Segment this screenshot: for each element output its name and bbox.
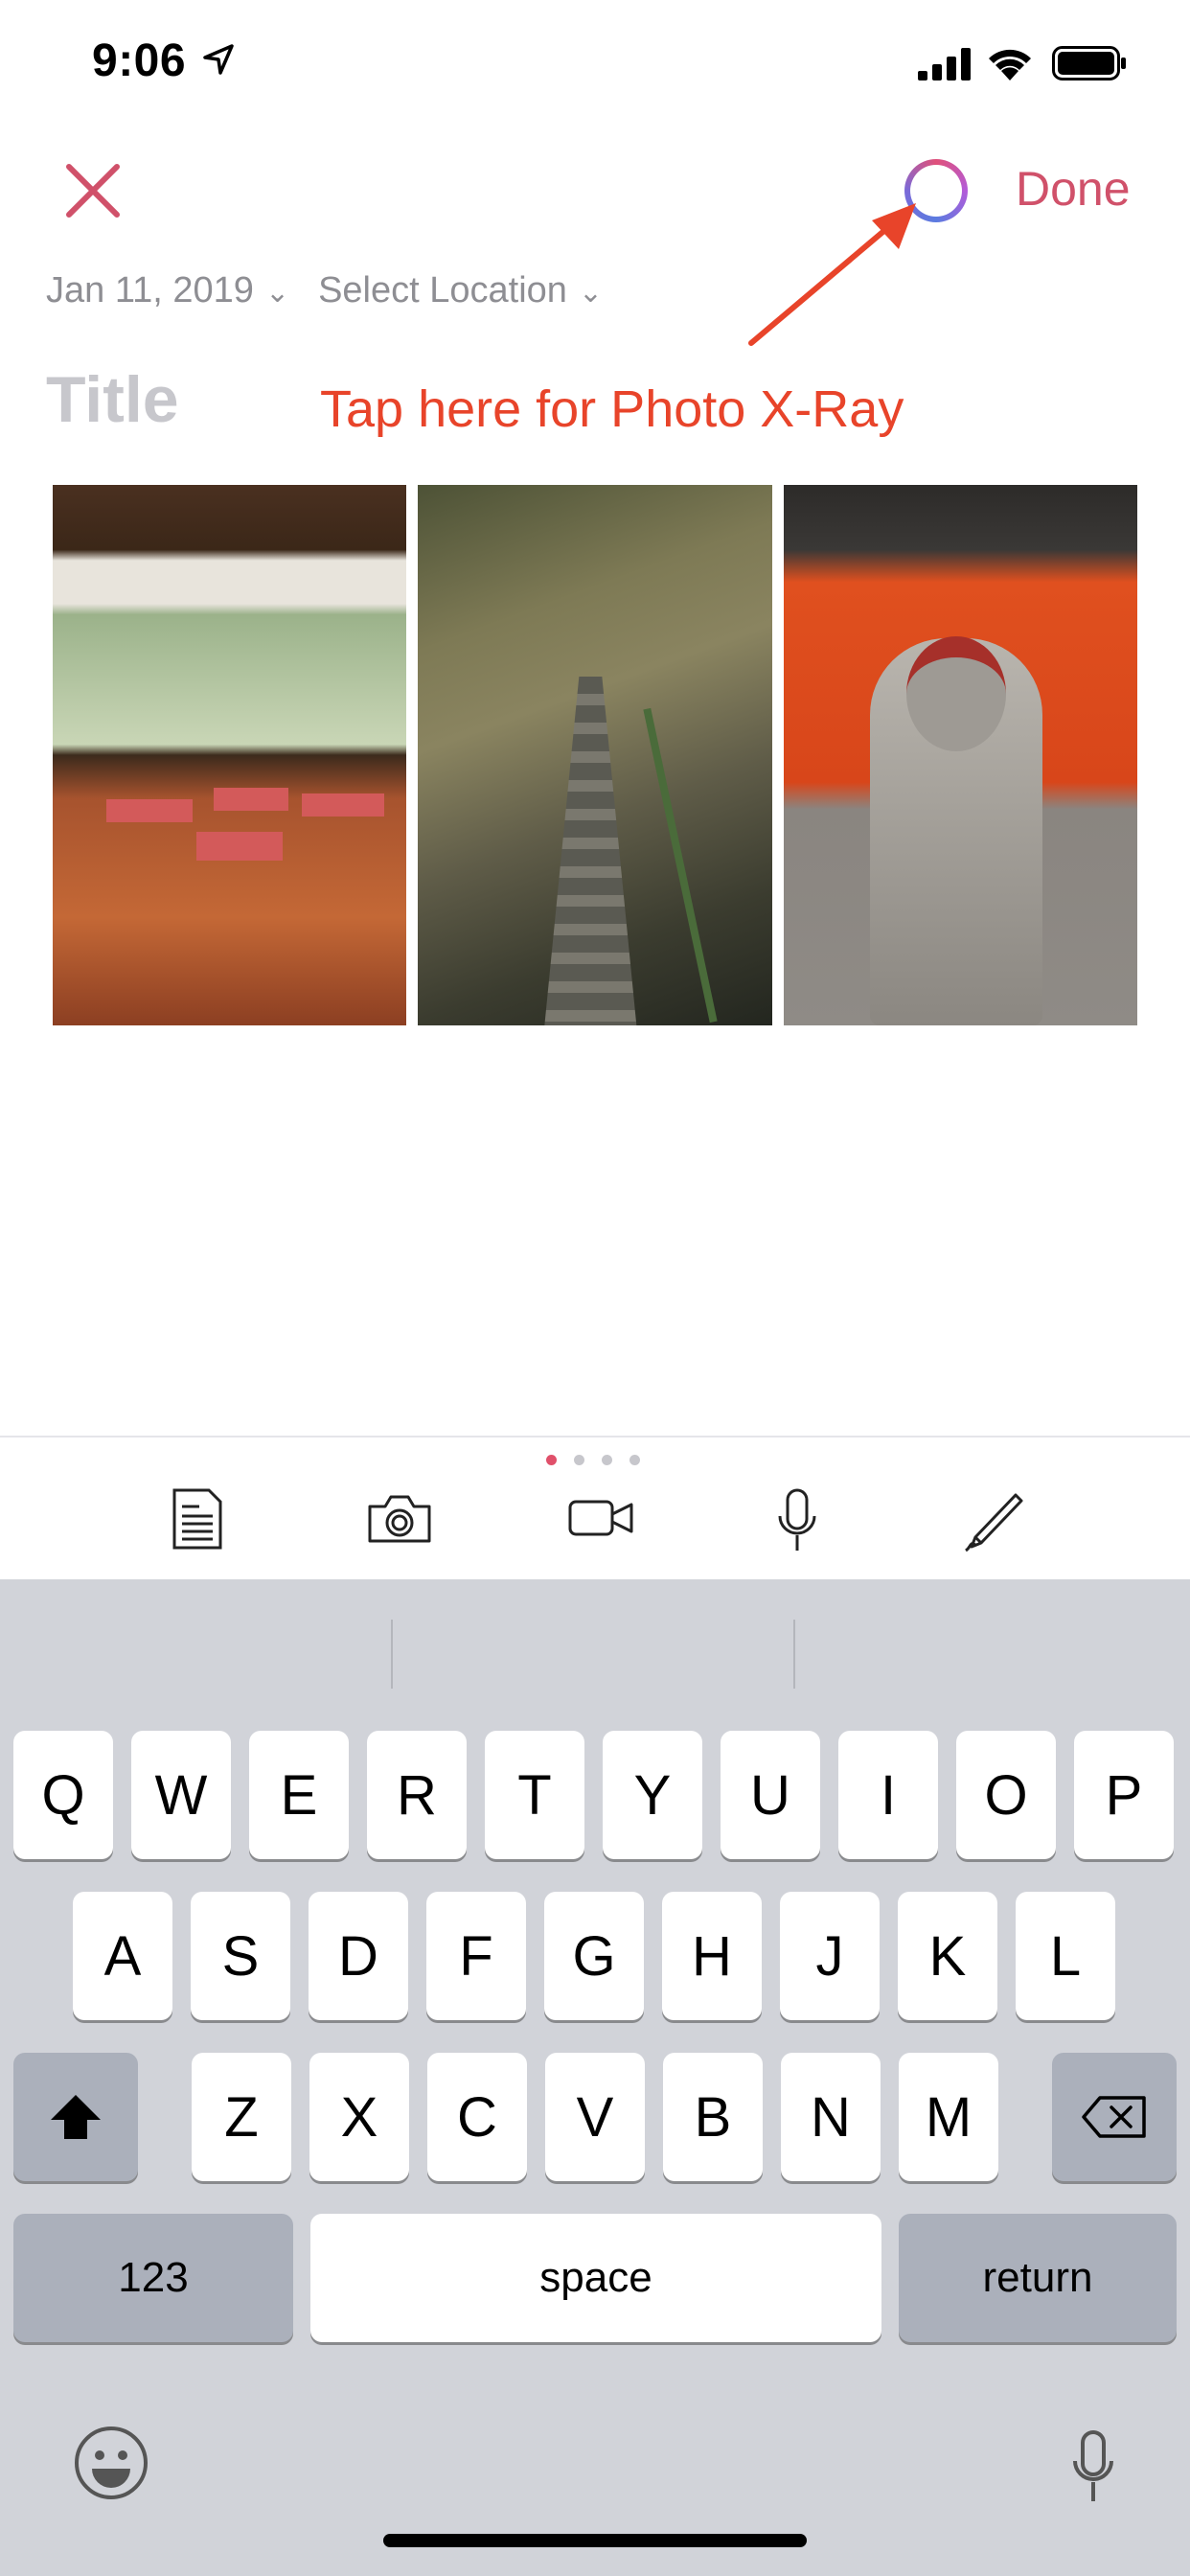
key-u[interactable]: U — [721, 1731, 820, 1859]
key-r[interactable]: R — [367, 1731, 467, 1859]
suggestion-bar — [0, 1579, 1190, 1723]
page-dot — [574, 1455, 584, 1465]
key-s[interactable]: S — [191, 1892, 290, 2020]
location-arrow-icon — [203, 44, 234, 75]
chevron-down-icon: ⌄ — [264, 277, 290, 309]
status-bar: 9:06 — [0, 0, 1190, 126]
photo-grid — [53, 485, 1137, 1025]
done-button[interactable]: Done — [1016, 161, 1131, 217]
dictation-icon[interactable] — [1071, 2428, 1115, 2505]
key-m[interactable]: M — [899, 2053, 998, 2181]
key-a[interactable]: A — [73, 1892, 172, 2020]
key-o[interactable]: O — [956, 1731, 1056, 1859]
photo-stone-stairs[interactable] — [418, 485, 772, 1025]
key-i[interactable]: I — [838, 1731, 938, 1859]
home-indicator — [383, 2534, 807, 2547]
key-n[interactable]: N — [781, 2053, 881, 2181]
key-t[interactable]: T — [485, 1731, 584, 1859]
space-key[interactable]: space — [310, 2214, 881, 2342]
key-b[interactable]: B — [663, 2053, 763, 2181]
battery-icon — [1052, 46, 1126, 80]
shift-key[interactable] — [13, 2053, 138, 2181]
pencil-icon[interactable] — [962, 1487, 1029, 1554]
key-q[interactable]: Q — [13, 1731, 113, 1859]
key-h[interactable]: H — [662, 1892, 762, 2020]
photo-interior-room[interactable] — [53, 485, 407, 1025]
key-g[interactable]: G — [544, 1892, 644, 2020]
shift-icon — [51, 2095, 101, 2139]
chevron-down-icon: ⌄ — [578, 277, 604, 309]
page-indicator — [546, 1455, 640, 1465]
camera-icon[interactable] — [366, 1493, 433, 1545]
key-k[interactable]: K — [898, 1892, 997, 2020]
emoji-icon[interactable] — [73, 2425, 149, 2501]
key-p[interactable]: P — [1074, 1731, 1174, 1859]
key-w[interactable]: W — [131, 1731, 231, 1859]
page-dot — [602, 1455, 612, 1465]
meta-row: Jan 11, 2019 ⌄ Select Location ⌄ — [46, 270, 603, 311]
key-f[interactable]: F — [426, 1892, 526, 2020]
photo-stone-statue[interactable] — [783, 485, 1137, 1025]
microphone-icon[interactable] — [776, 1487, 818, 1554]
document-icon[interactable] — [171, 1487, 224, 1551]
key-j[interactable]: J — [780, 1892, 880, 2020]
key-z[interactable]: Z — [192, 2053, 291, 2181]
backspace-icon — [1082, 2096, 1146, 2138]
key-y[interactable]: Y — [603, 1731, 702, 1859]
attachment-toolbar — [0, 1436, 1190, 1579]
key-d[interactable]: D — [309, 1892, 408, 2020]
annotation-text: Tap here for Photo X-Ray — [320, 380, 904, 438]
delete-key[interactable] — [1052, 2053, 1177, 2181]
status-time: 9:06 — [92, 35, 187, 86]
return-key[interactable]: return — [899, 2214, 1177, 2342]
location-label: Select Location — [318, 270, 567, 310]
video-icon[interactable] — [567, 1499, 634, 1537]
wifi-icon — [989, 49, 1031, 80]
key-v[interactable]: V — [545, 2053, 645, 2181]
close-icon[interactable] — [63, 161, 123, 220]
key-l[interactable]: L — [1016, 1892, 1115, 2020]
date-label: Jan 11, 2019 — [46, 270, 254, 310]
page-dot — [546, 1455, 557, 1465]
cellular-signal-icon — [918, 48, 971, 80]
annotation-arrow-icon — [748, 203, 916, 346]
key-e[interactable]: E — [249, 1731, 349, 1859]
location-picker[interactable]: Select Location ⌄ — [318, 270, 603, 311]
key-x[interactable]: X — [309, 2053, 409, 2181]
date-picker[interactable]: Jan 11, 2019 ⌄ — [46, 270, 289, 311]
key-c[interactable]: C — [427, 2053, 527, 2181]
numbers-key[interactable]: 123 — [13, 2214, 293, 2342]
page-dot — [629, 1455, 640, 1465]
title-field[interactable]: Title — [46, 362, 179, 437]
